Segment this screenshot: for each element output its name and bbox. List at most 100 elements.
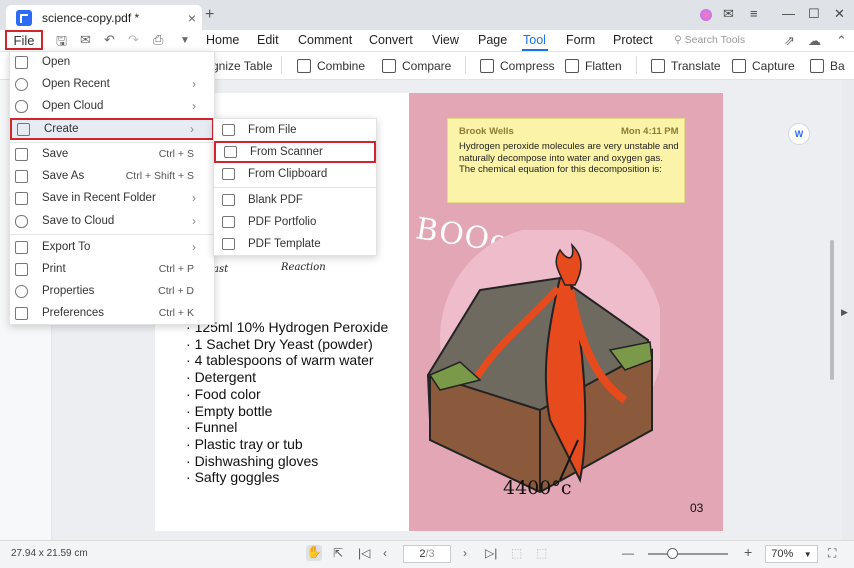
list-item: Dishwashing gloves [186,453,388,470]
submenu-item-from-file[interactable]: From File [214,119,376,141]
menu-item-save-to-cloud[interactable]: Save to Cloud › [10,210,214,232]
select-tool-icon[interactable]: ⇱ [333,546,343,560]
new-tab-icon[interactable]: + [205,6,214,24]
search-tools-placeholder: Search Tools [684,34,746,46]
close-icon[interactable]: ✕ [834,6,845,22]
zoom-slider-handle[interactable] [667,548,678,559]
chevron-right-icon: › [192,240,196,254]
menu-item-save-recent-folder[interactable]: Save in Recent Folder › [10,187,214,209]
submenu-item-blank-pdf[interactable]: Blank PDF [214,189,376,211]
list-item: Safty goggles [186,469,388,486]
compare-icon [382,59,396,73]
menu-protect[interactable]: Protect [613,33,653,47]
submenu-item-from-scanner[interactable]: From Scanner [214,141,376,163]
submenu-item-pdf-template[interactable]: PDF Template [214,233,376,255]
fit-page-icon[interactable]: ⬚ [536,546,547,560]
menu-item-export-to[interactable]: Export To › [10,236,214,258]
share-icon[interactable]: ⇗ [784,33,795,49]
convert-to-word-icon[interactable]: W [788,123,810,145]
zoom-in-icon[interactable]: + [744,544,752,560]
menu-view[interactable]: View [432,33,459,47]
vertical-scrollbar[interactable] [830,240,834,380]
list-item: Empty bottle [186,403,388,420]
file-menu-button[interactable]: File [5,30,43,50]
print-icon [15,262,28,276]
flatten-icon [565,59,579,73]
capture-button[interactable]: Capture [732,59,795,73]
menu-icon[interactable]: ≡ [750,6,758,21]
quick-access-dropdown-icon[interactable]: ▼ [180,35,190,46]
portfolio-icon [222,216,235,228]
combine-button[interactable]: Combine [297,59,365,73]
notification-icon[interactable]: ✉ [723,6,734,22]
menu-item-open-recent[interactable]: Open Recent › [10,73,214,95]
note-author: Brook Wells [459,126,514,137]
menu-item-open[interactable]: Open [10,51,214,73]
first-page-icon[interactable]: |◁ [358,546,370,560]
scanner-icon [224,146,237,158]
page-number-input[interactable]: 2/3 [403,545,451,563]
fit-width-icon[interactable]: ⬚ [511,546,522,560]
maximize-icon[interactable]: ☐ [808,6,820,22]
menu-page[interactable]: Page [478,33,507,47]
zoom-select[interactable]: 70% ▼ [765,545,818,563]
menu-item-save[interactable]: Save Ctrl + S [10,143,214,165]
hand-tool-icon[interactable]: ✋ [306,545,322,561]
menu-home[interactable]: Home [206,33,239,47]
menu-item-print[interactable]: Print Ctrl + P [10,258,214,280]
collapse-ribbon-icon[interactable]: ⌃ [836,33,847,49]
menu-tool[interactable]: Tool [523,33,546,47]
chevron-down-icon: ▼ [803,549,812,559]
minimize-icon[interactable]: — [782,6,795,21]
folder-icon [15,191,28,205]
last-page-icon[interactable]: ▷| [485,546,497,560]
undo-icon[interactable]: ↶ [104,32,115,48]
search-tools-input[interactable]: ⚲ Search Tools [674,34,745,46]
batch-icon [810,59,824,73]
submenu-item-pdf-portfolio[interactable]: PDF Portfolio [214,211,376,233]
submenu-item-from-clipboard[interactable]: From Clipboard [214,163,376,185]
zoom-slider[interactable] [648,553,728,555]
recognize-table-button[interactable]: gnize Table [212,59,273,73]
chevron-right-icon: › [192,214,196,228]
cloud-upload-icon[interactable]: ☁ [808,33,821,49]
tab-close-icon[interactable]: × [182,10,202,26]
divider [465,56,466,74]
flatten-label: Flatten [585,59,622,73]
total-pages: /3 [425,548,435,560]
compare-button[interactable]: Compare [382,59,451,73]
menu-item-properties[interactable]: Properties Ctrl + D [10,280,214,302]
prev-page-icon[interactable]: ‹ [383,546,387,560]
translate-button[interactable]: Translate [651,59,721,73]
menu-item-save-as[interactable]: Save As Ctrl + Shift + S [10,165,214,187]
menu-convert[interactable]: Convert [369,33,413,47]
next-page-icon[interactable]: › [463,546,467,560]
redo-icon[interactable]: ↷ [128,32,139,48]
blank-page-icon [222,194,235,206]
right-panel-toggle-icon[interactable]: ▶ [841,307,848,318]
batch-button[interactable]: Ba [810,59,845,73]
capture-label: Capture [752,59,795,73]
zoom-out-icon[interactable]: — [622,546,634,560]
menu-comment[interactable]: Comment [298,33,352,47]
menu-item-open-cloud[interactable]: Open Cloud › [10,95,214,117]
menu-edit[interactable]: Edit [257,33,279,47]
fullscreen-icon[interactable]: ⛶ [828,546,836,561]
menu-item-preferences[interactable]: Preferences Ctrl + K [10,302,214,324]
flatten-button[interactable]: Flatten [565,59,622,73]
menu-item-create[interactable]: Create › [10,118,214,140]
print-icon[interactable]: ⎙ [153,32,163,48]
mail-icon[interactable]: ✉ [80,32,91,48]
avatar[interactable] [700,9,712,21]
temperature-label: 4400°c [503,477,572,499]
chevron-right-icon: › [192,77,196,91]
compress-button[interactable]: Compress [480,59,555,73]
document-tab[interactable]: science-copy.pdf * × [6,5,202,30]
volcano-illustration [426,230,660,494]
combine-icon [297,59,311,73]
template-icon [222,238,235,250]
chevron-right-icon: › [192,99,196,113]
zoom-value: 70% [771,548,794,560]
list-item: 4 tablespoons of warm water [186,352,388,369]
menu-form[interactable]: Form [566,33,595,47]
